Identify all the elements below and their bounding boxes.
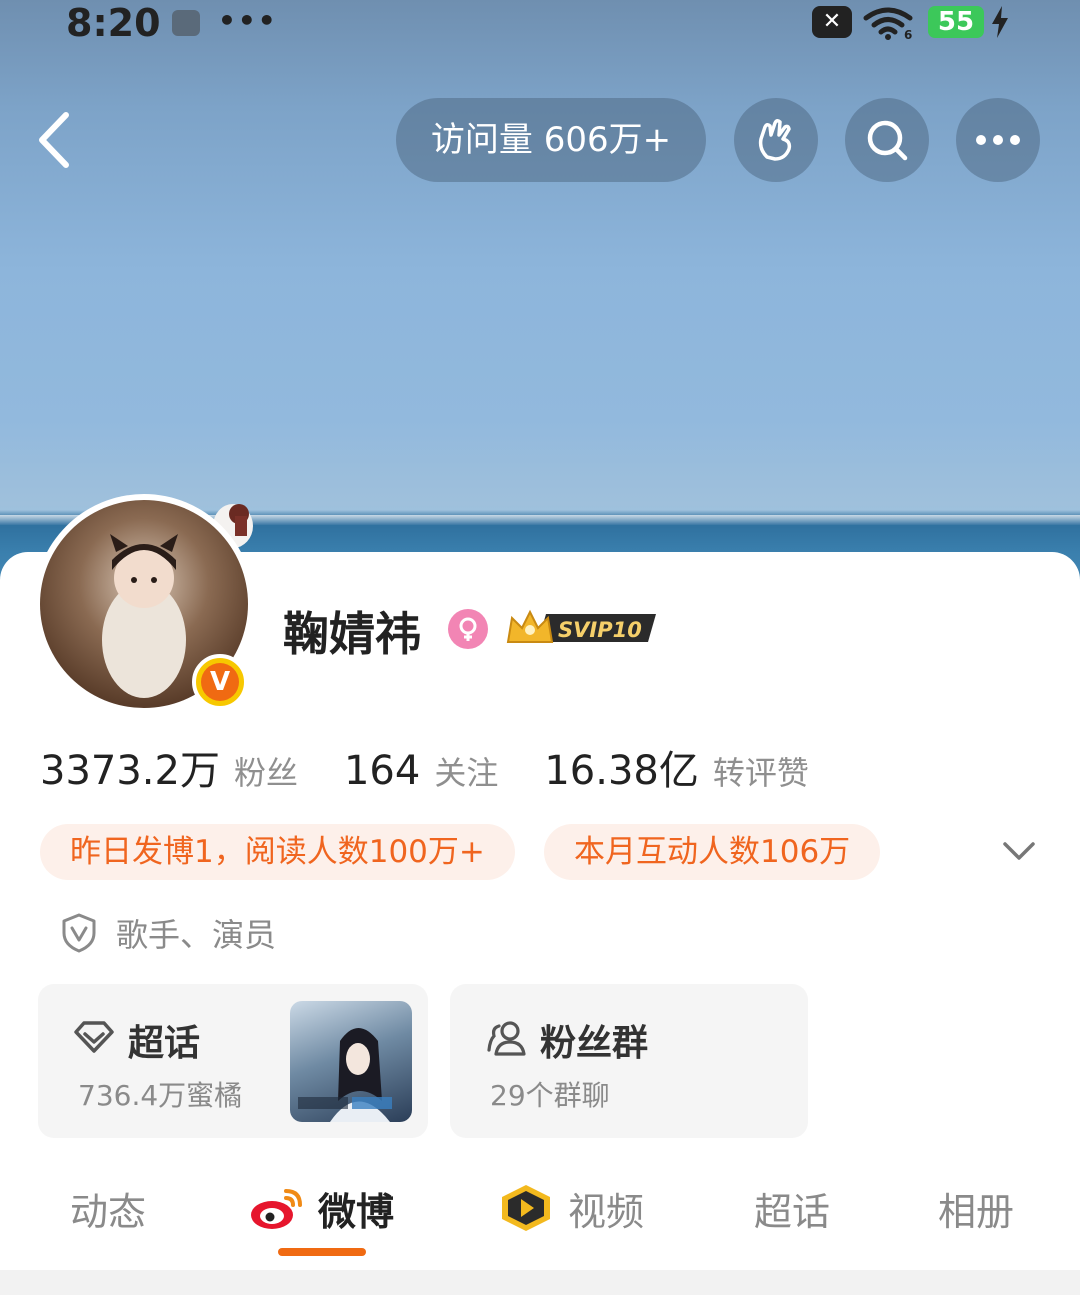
tab-album[interactable]: 相册	[938, 1180, 1014, 1236]
monthly-interaction-pill[interactable]: 本月互动人数106万	[544, 824, 881, 880]
tab-supertopic-label: 超话	[754, 1189, 831, 1234]
svip-crown-icon: SVIP10	[506, 609, 656, 643]
yesterday-posts-pill[interactable]: 昨日发博1，阅读人数100万+	[40, 824, 515, 880]
tab-dynamic[interactable]: 动态	[70, 1180, 146, 1236]
chevron-down-icon[interactable]	[1000, 836, 1038, 866]
search-icon	[867, 120, 908, 161]
following-count[interactable]: 164	[344, 748, 420, 794]
active-tab-indicator	[278, 1248, 366, 1256]
tab-dynamic-label: 动态	[70, 1189, 147, 1234]
battery-indicator: 55	[928, 6, 984, 38]
tab-video-label: 视频	[568, 1189, 645, 1234]
tab-video[interactable]: 视频	[498, 1180, 644, 1236]
followers-label[interactable]: 粉丝	[234, 748, 298, 794]
tab-album-label: 相册	[938, 1189, 1015, 1234]
female-icon	[448, 609, 488, 649]
fan-group-title: 粉丝群	[540, 1023, 649, 1064]
wifi-icon: 6	[863, 7, 913, 40]
tab-weibo[interactable]: 微博	[248, 1180, 394, 1236]
role-row: 歌手、演员	[60, 908, 276, 958]
supertopic-diamond-icon	[74, 1021, 114, 1053]
group-people-icon	[487, 1021, 526, 1056]
verified-badge: V	[192, 654, 248, 710]
stats-row: 3373.2万 粉丝 164 关注 16.38亿 转评赞	[40, 738, 855, 798]
search-button[interactable]	[845, 98, 929, 182]
svip-level: SVIP10	[558, 618, 642, 642]
verified-mark: V	[201, 663, 239, 701]
supertopic-members: 736.4万蜜橘	[78, 1079, 243, 1112]
user-name: 鞠婧祎	[283, 607, 421, 661]
status-bar: 8:20 ••• ✕ 6 55	[0, 0, 1080, 50]
content-divider	[0, 1270, 1080, 1295]
status-time: 8:20	[66, 1, 161, 45]
back-arrow-icon[interactable]	[30, 105, 90, 175]
video-play-icon	[502, 1185, 550, 1231]
svip-badge[interactable]: SVIP10	[506, 608, 660, 648]
more-icon	[976, 135, 1020, 145]
more-notifications-icon: •••	[218, 4, 278, 37]
more-button[interactable]	[956, 98, 1040, 182]
wave-button[interactable]	[734, 98, 818, 182]
svg-text:6: 6	[904, 28, 912, 40]
charging-icon	[992, 6, 1008, 38]
role-text: 歌手、演员	[116, 916, 277, 954]
interactions-label: 转评赞	[712, 754, 809, 792]
sim-off-icon: ✕	[812, 6, 852, 38]
tab-weibo-label: 微博	[318, 1189, 395, 1234]
following-label[interactable]: 关注	[434, 748, 498, 794]
app-notification-icon	[172, 10, 200, 36]
supertopic-title: 超话	[128, 1023, 201, 1064]
fan-group-count: 29个群聊	[490, 1079, 610, 1112]
tab-supertopic[interactable]: 超话	[754, 1180, 830, 1236]
visits-pill[interactable]: 访问量 606万+	[396, 98, 706, 182]
weibo-logo-icon	[251, 1189, 302, 1229]
supertopic-thumbnail	[290, 1001, 412, 1122]
shield-v-icon	[62, 913, 96, 953]
hand-wave-icon	[758, 118, 792, 161]
interactions-count: 16.38亿	[544, 748, 699, 794]
followers-count[interactable]: 3373.2万	[40, 738, 220, 796]
